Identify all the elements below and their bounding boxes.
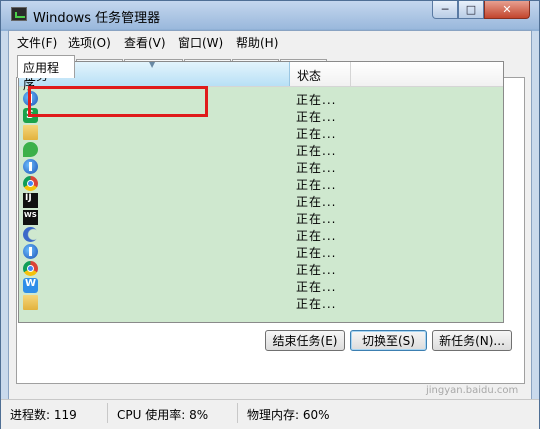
table-row[interactable]: 正在... <box>19 226 503 243</box>
task-status: 正在... <box>296 263 337 277</box>
task-status: 正在... <box>296 178 337 192</box>
moon-app-icon <box>23 227 38 242</box>
watermark: jingyan.baidu.com <box>426 385 519 396</box>
menu-options[interactable]: 选项(O) <box>68 34 111 51</box>
table-row[interactable]: 正在... <box>19 158 503 175</box>
task-status: 正在... <box>296 110 337 124</box>
table-row[interactable]: 正在... <box>19 192 503 209</box>
table-row[interactable]: 正在... <box>19 124 503 141</box>
ie-icon <box>23 159 38 174</box>
window-title: Windows 任务管理器 <box>33 11 161 26</box>
menu-window[interactable]: 窗口(W) <box>178 34 223 51</box>
table-row[interactable]: 正在... <box>19 260 503 277</box>
process-count: 进程数: 119 <box>10 408 77 422</box>
sort-arrow-icon: ▼ <box>149 61 156 69</box>
table-row[interactable]: 正在... <box>19 294 503 311</box>
physical-memory: 物理内存: 60% <box>247 408 330 422</box>
task-status: 正在... <box>296 93 337 107</box>
task-status: 正在... <box>296 229 337 243</box>
cpu-usage: CPU 使用率: 8% <box>117 408 209 422</box>
task-manager-icon <box>11 7 27 21</box>
chrome-icon <box>23 261 38 276</box>
task-rows: 正在... 正在... 正在... 正在... 正在... 正在... 正在..… <box>19 90 503 311</box>
table-row[interactable]: 正在... <box>19 141 503 158</box>
list-header: ▼ 任务 状态 <box>19 62 503 87</box>
intellij-idea-icon <box>23 193 38 208</box>
task-status: 正在... <box>296 127 337 141</box>
menu-bar: 文件(F) 选项(O) 查看(V) 窗口(W) 帮助(H) <box>9 31 531 51</box>
maximize-button[interactable]: □ <box>458 1 484 19</box>
table-row[interactable]: 正在... <box>19 209 503 226</box>
folder-icon <box>23 295 38 310</box>
table-row[interactable]: 正在... <box>19 175 503 192</box>
task-status: 正在... <box>296 297 337 311</box>
table-row[interactable]: 正在... <box>19 243 503 260</box>
chrome-icon <box>23 176 38 191</box>
status-divider <box>237 403 238 423</box>
menu-help[interactable]: 帮助(H) <box>236 34 278 51</box>
status-bar: 进程数: 119 CPU 使用率: 8% 物理内存: 60% <box>1 399 539 429</box>
title-bar[interactable]: Windows 任务管理器 ─ □ ✕ <box>1 1 539 29</box>
task-status: 正在... <box>296 161 337 175</box>
wiz-note-icon <box>23 278 38 293</box>
task-status: 正在... <box>296 195 337 209</box>
task-manager-window: Windows 任务管理器 ─ □ ✕ 文件(F) 选项(O) 查看(V) 窗口… <box>0 0 540 429</box>
webstorm-icon <box>23 210 38 225</box>
tab-applications[interactable]: 应用程序 <box>17 55 75 92</box>
task-status: 正在... <box>296 144 337 158</box>
column-status-label: 状态 <box>297 69 322 83</box>
menu-view[interactable]: 查看(V) <box>124 34 166 51</box>
new-task-button[interactable]: 新任务(N)... <box>432 330 512 351</box>
task-status: 正在... <box>296 212 337 226</box>
annotation-highlight-box <box>28 86 208 117</box>
close-button[interactable]: ✕ <box>484 1 530 19</box>
task-status: 正在... <box>296 280 337 294</box>
minimize-button[interactable]: ─ <box>432 1 458 19</box>
switch-to-button[interactable]: 切换至(S) <box>350 330 427 351</box>
task-status: 正在... <box>296 246 337 260</box>
folder-icon <box>23 125 38 140</box>
menu-file[interactable]: 文件(F) <box>17 34 57 51</box>
column-header-status[interactable]: 状态 <box>291 62 351 86</box>
end-task-button[interactable]: 结束任务(E) <box>265 330 345 351</box>
table-row[interactable]: 正在... <box>19 277 503 294</box>
green-app-icon <box>23 142 38 157</box>
status-divider <box>107 403 108 423</box>
ie-icon <box>23 244 38 259</box>
